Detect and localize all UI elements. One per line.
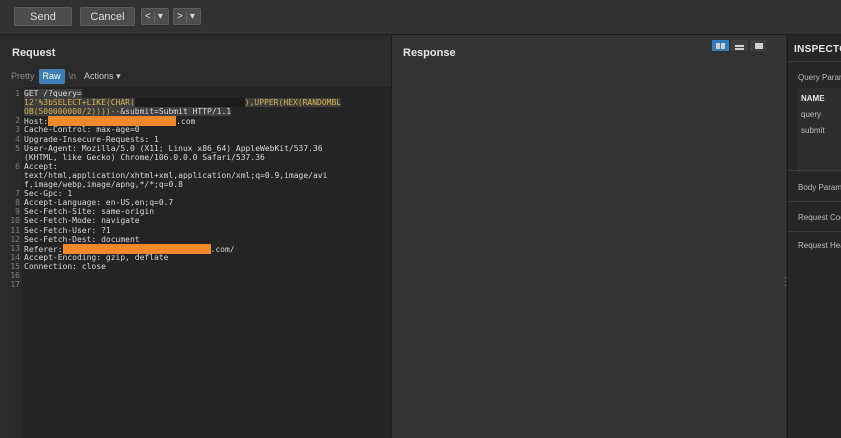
actions-menu[interactable]: Actions ▾ [84, 71, 121, 82]
header-value: ?1 [96, 225, 111, 235]
code-line: Accept-Encoding: gzip, deflate [24, 253, 169, 262]
code-line: Accept-Language: en-US,en;q=0.7 [24, 198, 173, 207]
line-number: 12 [10, 234, 20, 244]
header-value: gzip, deflate [101, 252, 169, 262]
query-parameters-table: NAME query submit [798, 88, 841, 172]
code-line: (KHTML, like Gecko) Chrome/106.0.0.0 Saf… [24, 152, 265, 162]
layout-toggle [712, 40, 767, 51]
request-editor-toolbar: Pretty Raw \n Actions ▾ [7, 67, 121, 85]
header-value: document [96, 234, 140, 244]
single-pane-layout-icon[interactable] [750, 40, 767, 51]
code-line: Accept: [24, 162, 58, 171]
header-value: same-origin [96, 207, 155, 217]
code-line: Sec-Fetch-User: ?1 [24, 226, 111, 235]
header-value: 1 [149, 134, 159, 144]
cancel-button[interactable]: Cancel [80, 7, 135, 26]
line-number: 14 [10, 252, 20, 262]
code-line: User-Agent: Mozilla/5.0 (X11; Linux x86_… [24, 144, 323, 153]
table-row[interactable]: submit [801, 126, 825, 135]
body-parameters-section[interactable]: Body Parameters [798, 183, 841, 192]
header-value: navigate [96, 216, 140, 226]
header-name: Sec-Fetch-Dest: [24, 234, 97, 244]
line-number: 5 [15, 143, 20, 153]
forward-arrow-icon: > [177, 11, 183, 22]
response-title: Response [403, 47, 456, 59]
line-number: 16 [10, 271, 20, 280]
line-number: 13 [10, 243, 20, 253]
forward-dropdown-icon[interactable]: ▾ [187, 9, 198, 24]
chevron-down-icon: ▾ [116, 70, 121, 81]
inspector-title: INSPECTOR [794, 44, 841, 55]
header-value: .com/ [210, 244, 235, 254]
header-name: Accept-Language: [24, 198, 102, 208]
code-line: OB(500000000/2))))--&submit=Submit HTTP/… [24, 107, 232, 117]
line-number: 1 [15, 89, 20, 98]
header-name: User-Agent: [24, 143, 77, 153]
code-line: Upgrade-Insecure-Requests: 1 [24, 135, 159, 144]
line-number: 7 [15, 189, 20, 199]
header-name: Sec-Fetch-Mode: [24, 216, 97, 226]
name-column-header: NAME [801, 94, 825, 103]
stacked-layout-icon[interactable] [731, 40, 748, 51]
code-line: 12'%3bSELECT+LIKE(CHAR(),UPPER(HEX(RANDO… [24, 98, 342, 108]
forward-button[interactable]: > ▾ [173, 8, 201, 25]
code-line: Connection: close [24, 262, 106, 271]
line-number: 10 [10, 216, 20, 226]
request-cookies-section[interactable]: Request Cookies [798, 213, 841, 222]
code-line: GET /?query= [24, 89, 82, 98]
line-number: 9 [15, 207, 20, 217]
code-line: f,image/webp,image/apng,*/*;q=0.8 [24, 180, 183, 189]
line-number: 8 [15, 198, 20, 208]
line-number: 17 [10, 280, 20, 290]
response-pane [392, 35, 786, 438]
query-parameters-section[interactable]: Query Parameters [798, 73, 841, 82]
side-by-side-layout-icon[interactable] [712, 40, 729, 51]
header-value: en-US,en;q=0.7 [101, 198, 174, 208]
header-name: Connection: [24, 261, 77, 271]
header-value: .com [176, 117, 196, 127]
header-value: Mozilla/5.0 (X11; Linux x86_64) AppleWeb… [76, 143, 323, 153]
send-button[interactable]: Send [14, 7, 72, 26]
line-number: 3 [15, 125, 20, 135]
line-number: 6 [15, 161, 20, 171]
header-value: max-age=0 [91, 125, 140, 135]
line-number: 4 [15, 134, 20, 144]
inspector-panel: INSPECTOR Query Parameters NAME query su… [787, 35, 841, 438]
header-name: Sec-Gpc: [24, 189, 63, 199]
tab-pretty[interactable]: Pretty [7, 69, 39, 84]
header-name: Accept: [24, 161, 58, 171]
code-line: Sec-Gpc: 1 [24, 189, 72, 198]
line-number: 11 [10, 225, 20, 235]
line-number: 2 [15, 116, 20, 126]
tab-raw[interactable]: Raw [38, 68, 65, 84]
top-toolbar: Send Cancel < ▾ > ▾ [0, 0, 841, 35]
request-headers-section[interactable]: Request Headers [798, 241, 841, 250]
code-line: Sec-Fetch-Site: same-origin [24, 207, 154, 216]
header-name: Upgrade-Insecure-Requests: [24, 134, 150, 144]
header-name: Sec-Fetch-Site: [24, 207, 97, 217]
code-line: Cache-Control: max-age=0 [24, 125, 140, 134]
request-editor[interactable]: 1 GET /?query= 12'%3bSELECT+LIKE(CHAR(),UP… [7, 87, 391, 438]
request-title: Request [12, 47, 56, 59]
code-line: text/html,application/xhtml+xml,applicat… [24, 170, 328, 180]
redaction-block [134, 98, 245, 108]
back-dropdown-icon[interactable]: ▾ [155, 9, 166, 24]
table-row[interactable]: query [801, 110, 821, 119]
back-arrow-icon: < [145, 11, 151, 22]
header-value: 1 [62, 189, 73, 199]
header-name: Accept-Encoding: [24, 252, 102, 262]
tab-newline[interactable]: \n [65, 69, 81, 84]
header-value: close [76, 261, 106, 271]
line-number: 15 [10, 261, 20, 271]
header-name: Cache-Control: [24, 125, 92, 135]
code-line: Sec-Fetch-Mode: navigate [24, 216, 140, 225]
header-name: Sec-Fetch-User: [24, 225, 97, 235]
back-button[interactable]: < ▾ [141, 8, 169, 25]
code-line: Sec-Fetch-Dest: document [24, 235, 140, 244]
